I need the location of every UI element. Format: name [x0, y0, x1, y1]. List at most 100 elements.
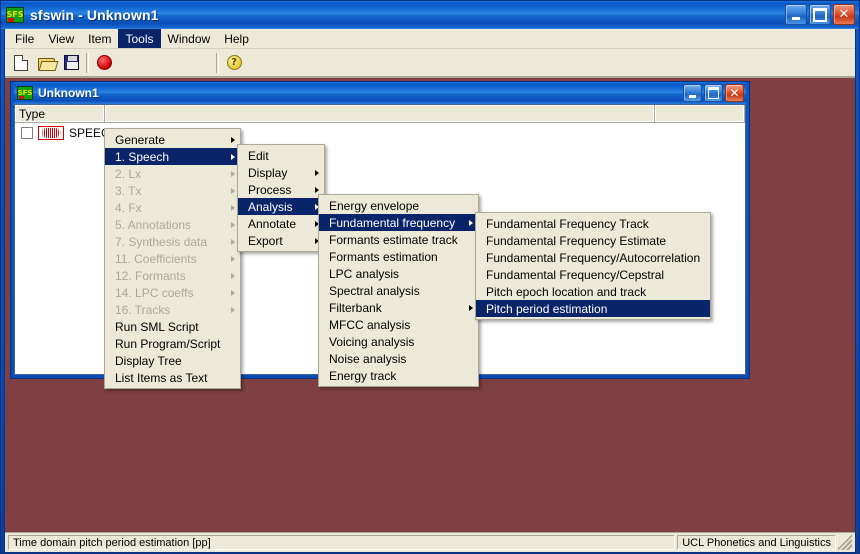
submenu-arrow-icon	[231, 153, 235, 160]
menu-item-label: Process	[248, 182, 292, 197]
menu-item-formants-estimate-track[interactable]: Formants estimate track	[319, 231, 478, 248]
menu-item-annotate[interactable]: Annotate	[238, 215, 324, 232]
menu-item-label: Annotate	[248, 216, 297, 231]
floppy-disk-icon	[63, 55, 79, 70]
column-header-2[interactable]	[105, 105, 655, 123]
record-button[interactable]	[92, 51, 116, 74]
open-file-button[interactable]	[34, 51, 58, 74]
menu-item-analysis[interactable]: Analysis	[238, 198, 324, 215]
menu-item-noise-analysis[interactable]: Noise analysis	[319, 350, 478, 367]
sfs-logo-icon: SFS	[17, 86, 33, 100]
menu-item-label: 3. Tx	[115, 183, 142, 198]
status-credit: UCL Phonetics and Linguistics	[677, 535, 836, 550]
row-checkbox[interactable]	[21, 127, 33, 139]
submenu-arrow-icon	[231, 272, 235, 279]
menu-item-list-items-as-text[interactable]: List Items as Text	[105, 369, 240, 386]
menu-item-edit[interactable]: Edit	[238, 147, 324, 164]
submenu-arrow-icon	[231, 136, 235, 143]
submenu-arrow-icon	[469, 219, 473, 226]
menu-item-label: 7. Synthesis data	[115, 234, 208, 249]
menu-item-label: Run SML Script	[115, 319, 199, 334]
mdi-maximize-button[interactable]	[704, 84, 723, 102]
menu-item-fundamental-frequency-estimate[interactable]: Fundamental Frequency Estimate	[476, 232, 710, 249]
menu-item-export[interactable]: Export	[238, 232, 324, 249]
menu-item-spectral-analysis[interactable]: Spectral analysis	[319, 282, 478, 299]
menubar-item-item[interactable]: Item	[81, 29, 118, 48]
minimize-button[interactable]	[785, 4, 807, 25]
menu-item-label: Pitch epoch location and track	[486, 284, 647, 299]
menu-item-fundamental-frequency-autocorrelation[interactable]: Fundamental Frequency/Autocorrelation	[476, 249, 710, 266]
help-button[interactable]: ?	[222, 51, 246, 74]
mdi-close-button[interactable]	[725, 84, 744, 102]
menu-item-label: Analysis	[248, 199, 293, 214]
menu-item-mfcc-analysis[interactable]: MFCC analysis	[319, 316, 478, 333]
column-header-3[interactable]	[655, 105, 745, 123]
status-bar: Time domain pitch period estimation [pp]…	[5, 532, 855, 552]
menubar-item-window[interactable]: Window	[161, 29, 218, 48]
menu-item-label: Export	[248, 233, 283, 248]
menu-item-label: LPC analysis	[329, 266, 400, 281]
menu-item-pitch-period-estimation[interactable]: Pitch period estimation	[476, 300, 710, 317]
menu-item-label: 11. Coefficients	[115, 251, 197, 266]
menu-item-12-formants: 12. Formants	[105, 267, 240, 284]
menu-item-label: 4. Fx	[115, 200, 142, 215]
window-titlebar: SFS sfswin - Unknown1	[1, 1, 859, 29]
menu-item-run-sml-script[interactable]: Run SML Script	[105, 318, 240, 335]
application-window: SFS sfswin - Unknown1 File View Item Too…	[0, 0, 860, 554]
menu-item-label: Run Program/Script	[115, 336, 221, 351]
menu-item-label: 2. Lx	[115, 166, 142, 181]
save-file-button[interactable]	[59, 51, 83, 74]
help-question-icon: ?	[226, 55, 242, 70]
menu-item-process[interactable]: Process	[238, 181, 324, 198]
menu-item-lpc-analysis[interactable]: LPC analysis	[319, 265, 478, 282]
menu-item-run-program-script[interactable]: Run Program/Script	[105, 335, 240, 352]
open-folder-icon	[37, 56, 55, 71]
menubar-item-view[interactable]: View	[41, 29, 81, 48]
menu-item-fundamental-frequency-track[interactable]: Fundamental Frequency Track	[476, 215, 710, 232]
toolbar-separator	[86, 52, 89, 73]
menu-item-11-coefficients: 11. Coefficients	[105, 250, 240, 267]
menu-item-label: Energy envelope	[329, 198, 420, 213]
menu-item-display[interactable]: Display	[238, 164, 324, 181]
mdi-child-titlebar[interactable]: SFS Unknown1	[14, 82, 746, 104]
menu-item-label: Spectral analysis	[329, 283, 420, 298]
close-button[interactable]	[833, 4, 855, 25]
menu-item-display-tree[interactable]: Display Tree	[105, 352, 240, 369]
menu-item-filterbank[interactable]: Filterbank	[319, 299, 478, 316]
menu-item-energy-envelope[interactable]: Energy envelope	[319, 197, 478, 214]
menu-item-7-synthesis-data: 7. Synthesis data	[105, 233, 240, 250]
record-circle-icon	[96, 55, 112, 70]
submenu-arrow-icon	[315, 186, 319, 193]
mdi-minimize-button[interactable]	[683, 84, 702, 102]
new-file-button[interactable]	[9, 51, 33, 74]
menu-item-formants-estimation[interactable]: Formants estimation	[319, 248, 478, 265]
column-header-type[interactable]: Type	[15, 105, 105, 123]
submenu-arrow-icon	[469, 304, 473, 311]
window-title: sfswin - Unknown1	[30, 7, 159, 23]
menu-item-energy-track[interactable]: Energy track	[319, 367, 478, 384]
menu-item-label: 12. Formants	[115, 268, 186, 283]
menu-item-generate[interactable]: Generate	[105, 131, 240, 148]
submenu-arrow-icon	[231, 306, 235, 313]
menu-item-pitch-epoch-location-and-track[interactable]: Pitch epoch location and track	[476, 283, 710, 300]
menu-item-5-annotations: 5. Annotations	[105, 216, 240, 233]
menu-item-voicing-analysis[interactable]: Voicing analysis	[319, 333, 478, 350]
submenu-arrow-icon	[231, 221, 235, 228]
menu-item-fundamental-frequency-cepstral[interactable]: Fundamental Frequency/Cepstral	[476, 266, 710, 283]
menu-tools-popup: Generate 1. Speech 2. Lx 3. Tx 4. Fx 5. …	[104, 128, 241, 389]
menu-item-label: Formants estimate track	[329, 232, 458, 247]
menu-fundamental-frequency-popup: Fundamental Frequency Track Fundamental …	[475, 212, 711, 320]
mdi-workspace: SFS Unknown1 Type	[5, 77, 855, 532]
resize-grip[interactable]	[838, 535, 852, 550]
menu-item-label: Filterbank	[329, 300, 382, 315]
menu-item-label: Pitch period estimation	[486, 301, 608, 316]
menubar-item-file[interactable]: File	[8, 29, 41, 48]
menu-item-1-speech[interactable]: 1. Speech	[105, 148, 240, 165]
mdi-caption-buttons	[683, 84, 744, 102]
menubar-item-help[interactable]: Help	[217, 29, 256, 48]
menu-item-label: 14. LPC coeffs	[115, 285, 194, 300]
list-column-headers: Type	[15, 105, 745, 123]
menubar-item-tools[interactable]: Tools	[118, 29, 161, 48]
menu-item-fundamental-frequency[interactable]: Fundamental frequency	[319, 214, 478, 231]
maximize-button[interactable]	[809, 4, 831, 25]
